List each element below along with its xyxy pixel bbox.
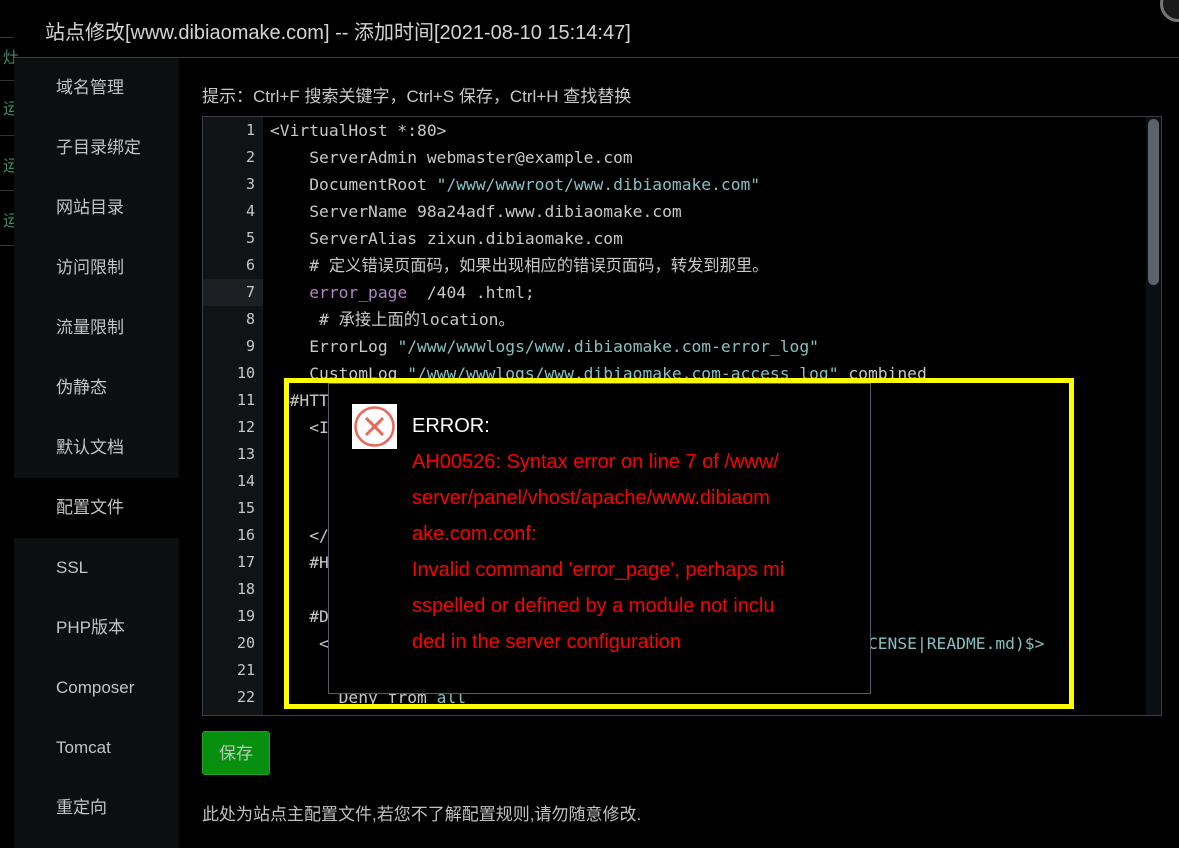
code-token: ServerAdmin webmaster@example.com — [270, 148, 633, 167]
divider — [0, 135, 14, 136]
code-token: # 定义错误页面码，如果出现相应的错误页面码，转发到那里。 — [270, 256, 769, 275]
code-line[interactable]: 4 ServerName 98a24adf.www.dibiaomake.com — [203, 198, 1161, 225]
code-text: ErrorLog "/www/wwwlogs/www.dibiaomake.co… — [270, 333, 819, 360]
code-line[interactable]: 7 error_page /404 .html; — [203, 279, 1161, 306]
code-token: ErrorLog — [270, 337, 398, 356]
code-text: ServerName 98a24adf.www.dibiaomake.com — [270, 198, 682, 225]
divider — [0, 190, 14, 191]
scrollbar-thumb[interactable] — [1148, 119, 1159, 285]
code-line[interactable]: 6 # 定义错误页面码，如果出现相应的错误页面码，转发到那里。 — [203, 252, 1161, 279]
line-number: 9 — [245, 337, 255, 355]
line-number: 22 — [236, 688, 255, 706]
code-token: "/www/wwwlogs/www.dibiaomake.com-error_l… — [397, 337, 819, 356]
line-number: 5 — [245, 229, 255, 247]
line-number: 8 — [245, 310, 255, 328]
background-page-strip: 灶运运运 — [0, 0, 19, 848]
code-line[interactable]: 9 ErrorLog "/www/wwwlogs/www.dibiaomake.… — [203, 333, 1161, 360]
code-text: <VirtualHost *:80> — [270, 117, 446, 144]
line-number: 13 — [236, 445, 255, 463]
error-message-line: sspelled or defined by a module not incl… — [412, 595, 775, 617]
line-number: 15 — [236, 499, 255, 517]
line-number: 19 — [236, 607, 255, 625]
code-token: <VirtualHost *:80> — [270, 121, 447, 140]
code-line[interactable]: 5 ServerAlias zixun.dibiaomake.com — [203, 225, 1161, 252]
error-highlight-box — [284, 378, 1074, 709]
error-x-circle-icon — [352, 404, 397, 449]
sidebar-item[interactable]: 默认文档 — [14, 418, 179, 478]
sidebar-item[interactable]: 流量限制 — [14, 298, 179, 358]
error-message-line: ake.com.conf: — [412, 523, 537, 545]
code-token: "/www/wwwroot/www.dibiaomake.com" — [436, 175, 761, 194]
divider — [0, 80, 14, 81]
code-token: /404 .html; — [407, 283, 535, 302]
code-text: ServerAlias zixun.dibiaomake.com — [270, 225, 623, 252]
line-number: 6 — [245, 256, 255, 274]
sidebar-item[interactable]: 配置文件 — [14, 478, 179, 538]
line-number: 7 — [203, 279, 263, 306]
code-token: ServerName 98a24adf.www.dibiaomake.com — [270, 202, 682, 221]
code-line[interactable]: 1 <VirtualHost *:80> — [203, 117, 1161, 144]
sidebar-item[interactable]: 网站目录 — [14, 178, 179, 238]
code-line[interactable]: 8 # 承接上面的location。 — [203, 306, 1161, 333]
divider — [0, 37, 14, 38]
code-token: # 承接上面的location。 — [270, 310, 515, 329]
error-title: ERROR: — [412, 415, 490, 437]
save-button[interactable]: 保存 — [202, 731, 270, 775]
line-number: 18 — [236, 580, 255, 598]
line-number: 10 — [236, 364, 255, 382]
sidebar-item[interactable]: PHP版本 — [14, 598, 179, 658]
sidebar-item[interactable]: 访问限制 — [14, 238, 179, 298]
editor-hint: 提示：Ctrl+F 搜索关键字，Ctrl+S 保存，Ctrl+H 查找替换 — [202, 87, 632, 106]
code-text: # 定义错误页面码，如果出现相应的错误页面码，转发到那里。 — [270, 252, 768, 279]
line-number: 11 — [236, 391, 255, 409]
error-message-line: ded in the server configuration — [412, 631, 682, 653]
line-number: 21 — [236, 661, 255, 679]
error-message-line: Invalid command 'error_page', perhaps mi — [412, 559, 785, 581]
code-token: error_page — [309, 283, 408, 302]
sidebar: 域名管理 子目录绑定 网站目录 访问限制 流量限制 伪静态 默认文档 配置文件 SSL PHP版本… — [14, 58, 179, 848]
sidebar-item[interactable]: Composer — [14, 658, 179, 718]
code-text: DocumentRoot "/www/wwwroot/www.dibiaomak… — [270, 171, 760, 198]
dialog-title: 站点修改[www.dibiaomake.com] -- 添加时间[2021-08… — [45, 22, 631, 44]
code-token: DocumentRoot — [270, 175, 437, 194]
line-number: 12 — [236, 418, 255, 436]
line-number: 17 — [236, 553, 255, 571]
sidebar-item[interactable]: 子目录绑定 — [14, 118, 179, 178]
sidebar-item[interactable]: 域名管理 — [14, 58, 179, 118]
code-line[interactable]: 2 ServerAdmin webmaster@example.com — [203, 144, 1161, 171]
line-number: 1 — [245, 121, 255, 139]
code-text: error_page /404 .html; — [270, 279, 535, 306]
sidebar-item[interactable]: 伪静态 — [14, 358, 179, 418]
code-text: # 承接上面的location。 — [270, 306, 515, 333]
divider — [0, 245, 14, 246]
sidebar-item[interactable]: SSL — [14, 538, 179, 598]
line-number: 16 — [236, 526, 255, 544]
line-number: 4 — [245, 202, 255, 220]
config-note: 此处为站点主配置文件,若您不了解配置规则,请勿随意修改. — [202, 805, 642, 824]
dialog-titlebar: 站点修改[www.dibiaomake.com] -- 添加时间[2021-08… — [14, 0, 1179, 58]
line-number: 3 — [245, 175, 255, 193]
sidebar-item[interactable]: 重定向 — [14, 778, 179, 838]
editor-scrollbar[interactable] — [1146, 117, 1161, 715]
line-number: 20 — [236, 634, 255, 652]
line-number: 14 — [236, 472, 255, 490]
line-number: 2 — [245, 148, 255, 166]
code-text: ServerAdmin webmaster@example.com — [270, 144, 633, 171]
code-line[interactable]: 3 DocumentRoot "/www/wwwroot/www.dibiaom… — [203, 171, 1161, 198]
error-message-line: server/panel/vhost/apache/www.dibiaom — [412, 487, 770, 509]
error-message-line: AH00526: Syntax error on line 7 of /www/ — [412, 451, 779, 473]
code-token: ServerAlias zixun.dibiaomake.com — [270, 229, 623, 248]
sidebar-item[interactable]: Tomcat — [14, 718, 179, 778]
